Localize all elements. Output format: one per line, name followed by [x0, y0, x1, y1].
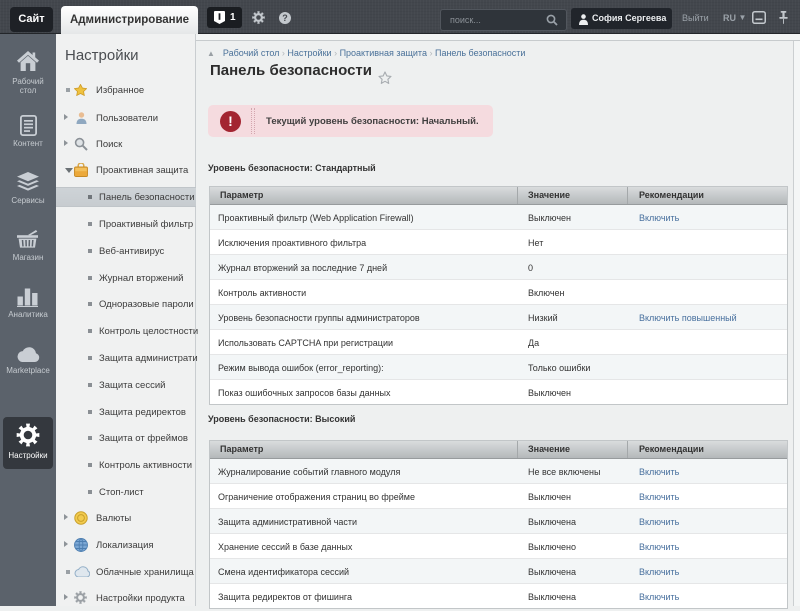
svg-text:?: ?: [282, 13, 288, 23]
